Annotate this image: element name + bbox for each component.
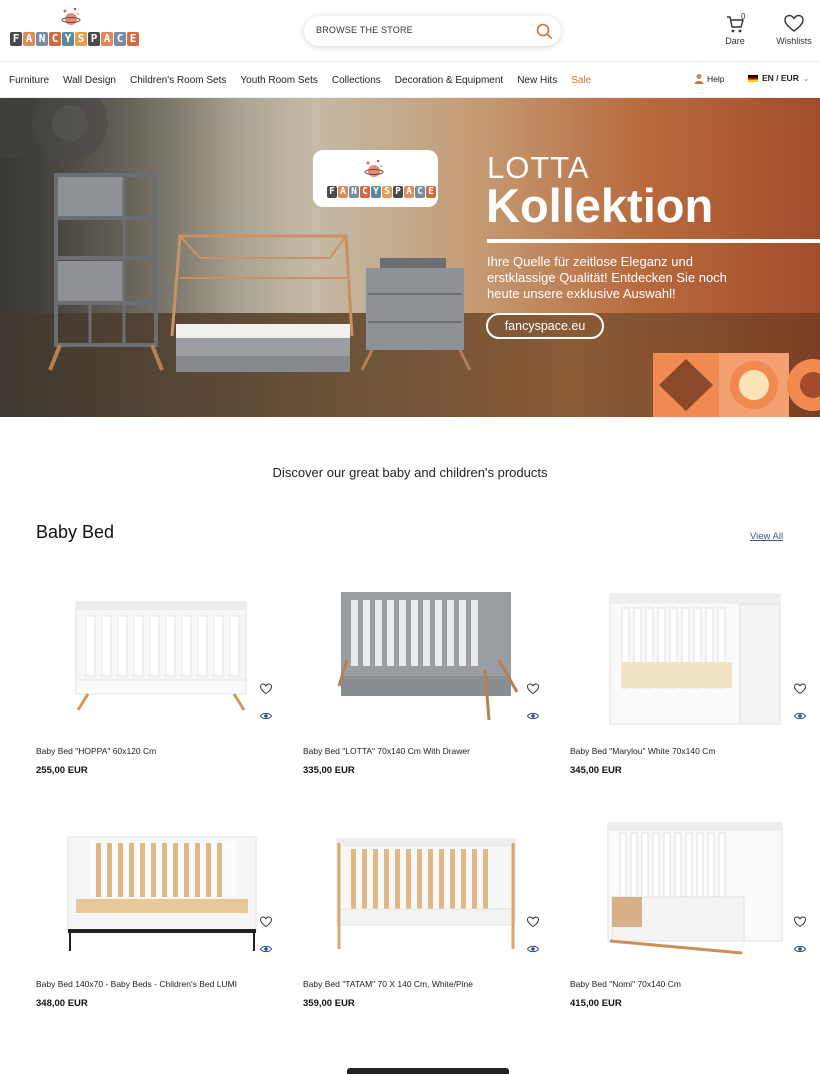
hero-furniture-illustration — [0, 98, 472, 372]
nav-item-collections[interactable]: Collections — [332, 75, 381, 86]
eye-icon[interactable] — [527, 711, 539, 721]
nav-item-furniture[interactable]: Furniture — [9, 75, 49, 86]
logo-letter: P — [393, 186, 403, 198]
logo-letter: C — [114, 32, 126, 46]
hero-logo-wordmark: F A N C Y S P A C E — [327, 186, 436, 198]
logo-letter: C — [415, 186, 425, 198]
hero-cta-button[interactable]: fancyspace.eu — [486, 313, 604, 339]
nav-item-childrens-room-sets[interactable]: Children's Room Sets — [130, 75, 226, 86]
eye-icon[interactable] — [260, 944, 272, 954]
nav-item-wall-design[interactable]: Wall Design — [63, 75, 116, 86]
logo-letter: F — [10, 32, 22, 46]
logo-letter: A — [101, 32, 113, 46]
nav-item-new-hits[interactable]: New Hits — [517, 75, 557, 86]
product-card[interactable]: Baby Bed "TATAM" 70 X 140 Cm, White/Pine… — [303, 813, 553, 1013]
logo-letter: E — [127, 32, 139, 46]
product-card[interactable]: Baby Bed "LOTTA" 70x140 Cm With Drawer 3… — [303, 580, 553, 780]
eye-icon[interactable] — [260, 711, 272, 721]
product-image[interactable] — [570, 813, 820, 963]
product-card[interactable]: Baby Bed "Nomi" 70x140 Cm 415,00 EUR — [570, 813, 820, 1013]
product-price: 415,00 EUR — [570, 998, 622, 1009]
product-name[interactable]: Baby Bed 140x70 - Baby Beds - Children's… — [36, 979, 237, 989]
product-price: 359,00 EUR — [303, 998, 355, 1009]
heart-icon[interactable] — [527, 916, 539, 928]
nav-item-decoration[interactable]: Decoration & Equipment — [395, 75, 503, 86]
heart-icon — [784, 14, 804, 32]
product-price: 348,00 EUR — [36, 998, 88, 1009]
search-input[interactable]: BROWSE THE STORE — [304, 16, 561, 46]
product-image[interactable] — [36, 580, 286, 730]
logo-letter: Y — [371, 186, 381, 198]
logo-letter: N — [349, 186, 359, 198]
product-name[interactable]: Baby Bed "TATAM" 70 X 140 Cm, White/Pine — [303, 979, 473, 989]
wishlist-button[interactable]: Wishlists — [772, 14, 816, 46]
eye-icon[interactable] — [794, 944, 806, 954]
product-name[interactable]: Baby Bed "HOPPA" 60x120 Cm — [36, 746, 156, 756]
nav-item-youth-room-sets[interactable]: Youth Room Sets — [240, 75, 317, 86]
product-name[interactable]: Baby Bed "LOTTA" 70x140 Cm With Drawer — [303, 746, 470, 756]
logo-letter: P — [88, 32, 100, 46]
brand-logo[interactable]: F A N C Y S P A C E — [10, 6, 139, 46]
language-currency-selector[interactable]: EN / EUR ⌄ — [748, 73, 810, 83]
product-image[interactable] — [36, 813, 286, 963]
heart-icon[interactable] — [260, 916, 272, 928]
product-card[interactable]: Baby Bed 140x70 - Baby Beds - Children's… — [36, 813, 286, 1013]
heart-icon[interactable] — [527, 683, 539, 695]
hero-brand-logo: F A N C Y S P A C E — [313, 150, 438, 207]
hero-banner[interactable]: F A N C Y S P A C E LOTTA Kollektion Ihr… — [0, 98, 820, 417]
product-card[interactable]: Baby Bed "HOPPA" 60x120 Cm 255,00 EUR — [36, 580, 286, 780]
logo-letter: A — [23, 32, 35, 46]
logo-mark-icon — [364, 159, 384, 177]
logo-letter: S — [382, 186, 392, 198]
cart-button[interactable]: 0 Dare — [718, 12, 752, 46]
product-image[interactable] — [303, 813, 553, 963]
language-label: EN / EUR — [762, 73, 799, 83]
eye-icon[interactable] — [527, 944, 539, 954]
discover-subtitle: Discover our great baby and children's p… — [272, 465, 548, 480]
heart-icon[interactable] — [794, 683, 806, 695]
cart-count: 0 — [741, 12, 746, 21]
bottom-sticky-bar[interactable] — [347, 1068, 509, 1074]
view-all-link[interactable]: View All — [750, 531, 783, 542]
product-image[interactable] — [570, 580, 820, 730]
logo-letter: C — [360, 186, 370, 198]
eye-icon[interactable] — [794, 711, 806, 721]
logo-letter: S — [75, 32, 87, 46]
logo-letter: Y — [62, 32, 74, 46]
hero-decor-shapes — [653, 353, 820, 417]
logo-letter: F — [327, 186, 337, 198]
logo-mark-icon — [61, 7, 81, 25]
cart-label: Dare — [725, 36, 745, 46]
heart-icon[interactable] — [794, 916, 806, 928]
product-price: 255,00 EUR — [36, 765, 88, 776]
heart-icon[interactable] — [260, 683, 272, 695]
logo-letter: A — [404, 186, 414, 198]
product-name[interactable]: Baby Bed "Marylou" White 70x140 Cm — [570, 746, 715, 756]
hero-divider — [487, 239, 820, 243]
hero-title-line2: Kollektion — [486, 179, 714, 232]
logo-letter: E — [426, 186, 436, 198]
logo-letter: A — [338, 186, 348, 198]
top-header: F A N C Y S P A C E BROWSE THE STORE 0 D… — [0, 0, 820, 62]
section-title: Baby Bed — [36, 522, 115, 542]
hero-description: Ihre Quelle für zeitlose Eleganz und ers… — [487, 254, 727, 301]
german-flag-icon — [748, 74, 758, 82]
help-link[interactable]: Help — [694, 73, 724, 84]
product-price: 345,00 EUR — [570, 765, 622, 776]
search-placeholder: BROWSE THE STORE — [316, 25, 413, 35]
chevron-down-icon: ⌄ — [802, 73, 810, 83]
nav-item-sale[interactable]: Sale — [571, 75, 591, 86]
help-person-icon — [694, 74, 704, 84]
main-navigation: Furniture Wall Design Children's Room Se… — [0, 62, 820, 98]
product-name[interactable]: Baby Bed "Nomi" 70x140 Cm — [570, 979, 681, 989]
logo-wordmark: F A N C Y S P A C E — [10, 32, 139, 46]
product-card[interactable]: Baby Bed "Marylou" White 70x140 Cm 345,0… — [570, 580, 820, 780]
product-price: 335,00 EUR — [303, 765, 355, 776]
product-image[interactable] — [303, 580, 553, 730]
wishlist-label: Wishlists — [776, 36, 812, 46]
search-icon[interactable] — [535, 22, 553, 40]
logo-letter: N — [36, 32, 48, 46]
logo-letter: C — [49, 32, 61, 46]
help-label: Help — [707, 73, 725, 84]
